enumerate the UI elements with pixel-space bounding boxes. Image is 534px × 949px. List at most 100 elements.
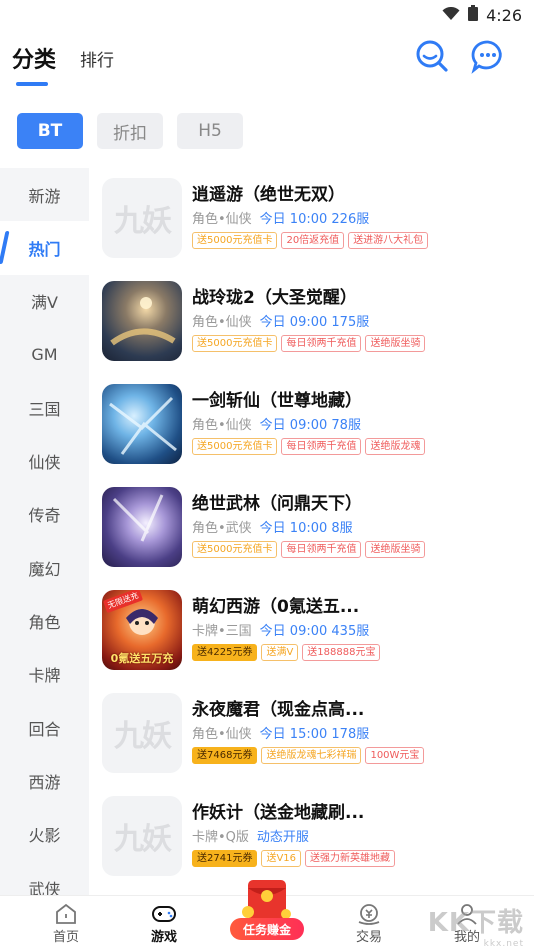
game-item[interactable]: 一剑斩仙（世尊地藏） 角色•仙侠 今日 09:00 78服 送5000元充值卡 每… — [89, 374, 534, 477]
game-genre: 卡牌•三国 — [192, 624, 252, 639]
game-thumbnail-placeholder: 九妖 — [102, 178, 182, 258]
game-tag: 送绝版坐骑 — [365, 541, 426, 558]
game-meta: 角色•仙侠 今日 15:00 178服 — [192, 723, 369, 742]
sidebar-item-hot[interactable]: 热门 — [0, 221, 89, 275]
game-server: 今日 10:00 8服 — [259, 521, 353, 536]
game-tag: 送V16 — [261, 850, 302, 867]
top-header: 分类 排行 — [0, 30, 534, 90]
game-tags: 送5000元充值卡 每日领两千充值 送绝版龙魂 — [192, 438, 426, 455]
game-tag: 送强力新英雄地藏 — [305, 850, 396, 867]
game-tags: 送5000元充值卡 每日领两千充值 送绝版坐骑 — [192, 541, 426, 558]
placeholder-logo: 九妖 — [114, 204, 172, 239]
game-thumbnail — [102, 384, 182, 464]
game-tag: 送绝版龙魂七彩祥瑞 — [261, 747, 362, 764]
game-item[interactable]: 无限送充 0氪送五万充 萌幻西游（0氪送五... 卡牌•三国 今日 09:00 4… — [89, 580, 534, 683]
game-server: 动态开服 — [256, 830, 309, 845]
watermark-domain: kkx.net — [483, 939, 524, 949]
sidebar-item-wuxia[interactable]: 武侠 — [0, 861, 89, 896]
status-bar: 4:26 — [0, 0, 534, 30]
sidebar-item-three-kingdoms[interactable]: 三国 — [0, 381, 89, 434]
battery-icon — [468, 5, 479, 25]
game-genre: 角色•仙侠 — [192, 727, 252, 742]
sidebar-item-gm[interactable]: GM — [0, 328, 89, 381]
game-genre: 角色•仙侠 — [192, 315, 252, 330]
status-time: 4:26 — [486, 5, 522, 25]
message-button[interactable] — [470, 38, 506, 74]
game-tag: 送进游八大礼包 — [348, 232, 429, 249]
game-item[interactable]: 绝世武林（问鼎天下） 角色•武侠 今日 10:00 8服 送5000元充值卡 每日… — [89, 477, 534, 580]
watermark: KK下载 kkx.net — [427, 902, 524, 949]
game-list: 九妖 逍遥游（绝世无双） 角色•仙侠 今日 10:00 226服 送5000元充值… — [89, 168, 534, 895]
game-server: 今日 09:00 78服 — [259, 418, 361, 433]
game-genre: 角色•武侠 — [192, 521, 252, 536]
game-tags: 送7468元券 送绝版龙魂七彩祥瑞 100W元宝 — [192, 747, 425, 764]
game-tags: 送4225元券 送满V 送188888元宝 — [192, 644, 381, 661]
category-sidebar: 新游 热门 满V GM 三国 仙侠 传奇 魔幻 角色 卡牌 回合 西游 火影 武… — [0, 168, 89, 895]
game-tags: 送2741元券 送V16 送强力新英雄地藏 — [192, 850, 396, 867]
game-tag: 送绝版坐骑 — [365, 335, 426, 352]
filter-h5[interactable]: H5 — [177, 113, 243, 149]
game-tag: 送5000元充值卡 — [192, 335, 278, 352]
game-genre: 卡牌•Q版 — [192, 830, 249, 845]
game-tag: 送5000元充值卡 — [192, 232, 278, 249]
game-thumbnail — [102, 281, 182, 361]
game-title: 作妖计（送金地藏刷... — [192, 803, 365, 823]
game-tag: 送5000元充值卡 — [192, 541, 278, 558]
sidebar-item-xianxia[interactable]: 仙侠 — [0, 434, 89, 487]
nav-home[interactable]: 首页 — [31, 902, 101, 945]
game-tag: 100W元宝 — [365, 747, 425, 764]
game-tag: 每日领两千充值 — [281, 541, 362, 558]
game-genre: 角色•仙侠 — [192, 418, 252, 433]
chat-bubble-icon — [471, 40, 502, 74]
game-meta: 角色•仙侠 今日 09:00 175服 — [192, 311, 369, 330]
task-earn-button[interactable]: 任务赚金 — [230, 874, 304, 944]
game-title: 一剑斩仙（世尊地藏） — [192, 391, 362, 411]
filter-bt[interactable]: BT — [17, 113, 83, 149]
game-server: 今日 10:00 226服 — [259, 212, 370, 227]
sidebar-item-journey-west[interactable]: 西游 — [0, 754, 89, 807]
game-tag: 送5000元充值卡 — [192, 438, 278, 455]
game-thumbnail-placeholder: 九妖 — [102, 693, 182, 773]
game-tag: 送绝版龙魂 — [365, 438, 426, 455]
sidebar-item-naruto[interactable]: 火影 — [0, 808, 89, 861]
filter-chips: BT 折扣 H5 — [17, 113, 243, 149]
game-tag: 送188888元宝 — [302, 644, 381, 661]
nav-games-label: 游戏 — [150, 930, 177, 945]
game-title: 萌幻西游（0氪送五... — [192, 597, 360, 617]
search-button[interactable] — [414, 38, 450, 74]
tab-ranking[interactable]: 排行 — [80, 46, 114, 71]
nav-trade[interactable]: 交易 — [334, 902, 404, 945]
filter-discount[interactable]: 折扣 — [97, 113, 163, 149]
sidebar-item-rpg[interactable]: 角色 — [0, 594, 89, 647]
game-tags: 送5000元充值卡 20倍返充值 送进游八大礼包 — [192, 232, 429, 249]
game-meta: 角色•仙侠 今日 10:00 226服 — [192, 208, 369, 227]
home-icon — [31, 902, 101, 926]
sidebar-item-turn-based[interactable]: 回合 — [0, 701, 89, 754]
game-thumbnail: 无限送充 0氪送五万充 — [102, 590, 182, 670]
nav-games[interactable]: 游戏 — [129, 902, 199, 945]
game-tags: 送5000元充值卡 每日领两千充值 送绝版坐骑 — [192, 335, 426, 352]
sidebar-item-fantasy[interactable]: 魔幻 — [0, 541, 89, 594]
tab-category[interactable]: 分类 — [12, 42, 56, 74]
nav-home-label: 首页 — [52, 930, 79, 945]
sidebar-item-card[interactable]: 卡牌 — [0, 648, 89, 701]
game-thumbnail — [102, 487, 182, 567]
game-server: 今日 09:00 435服 — [259, 624, 370, 639]
gamepad-icon — [129, 902, 199, 926]
watermark-text: KK下载 — [427, 908, 524, 938]
sidebar-item-fullv[interactable]: 满V — [0, 275, 89, 328]
sidebar-item-legend[interactable]: 传奇 — [0, 488, 89, 541]
game-item[interactable]: 九妖 永夜魔君（现金点高... 角色•仙侠 今日 15:00 178服 送7468… — [89, 683, 534, 786]
thumbnail-caption: 0氪送五万充 — [110, 652, 174, 665]
game-item[interactable]: 九妖 作妖计（送金地藏刷... 卡牌•Q版 动态开服 送2741元券 送V16 送… — [89, 786, 534, 889]
game-tag: 送4225元券 — [192, 644, 258, 661]
game-tag: 送7468元券 — [192, 747, 258, 764]
game-title: 战玲珑2（大圣觉醒） — [192, 288, 357, 308]
task-earn-label: 任务赚金 — [230, 918, 304, 940]
game-meta: 角色•仙侠 今日 09:00 78服 — [192, 414, 361, 433]
game-item[interactable]: 战玲珑2（大圣觉醒） 角色•仙侠 今日 09:00 175服 送5000元充值卡 … — [89, 271, 534, 374]
game-item[interactable]: 九妖 逍遥游（绝世无双） 角色•仙侠 今日 10:00 226服 送5000元充值… — [89, 168, 534, 271]
sidebar-item-new[interactable]: 新游 — [0, 168, 89, 221]
game-thumbnail-placeholder: 九妖 — [102, 796, 182, 876]
game-tag: 送2741元券 — [192, 850, 258, 867]
